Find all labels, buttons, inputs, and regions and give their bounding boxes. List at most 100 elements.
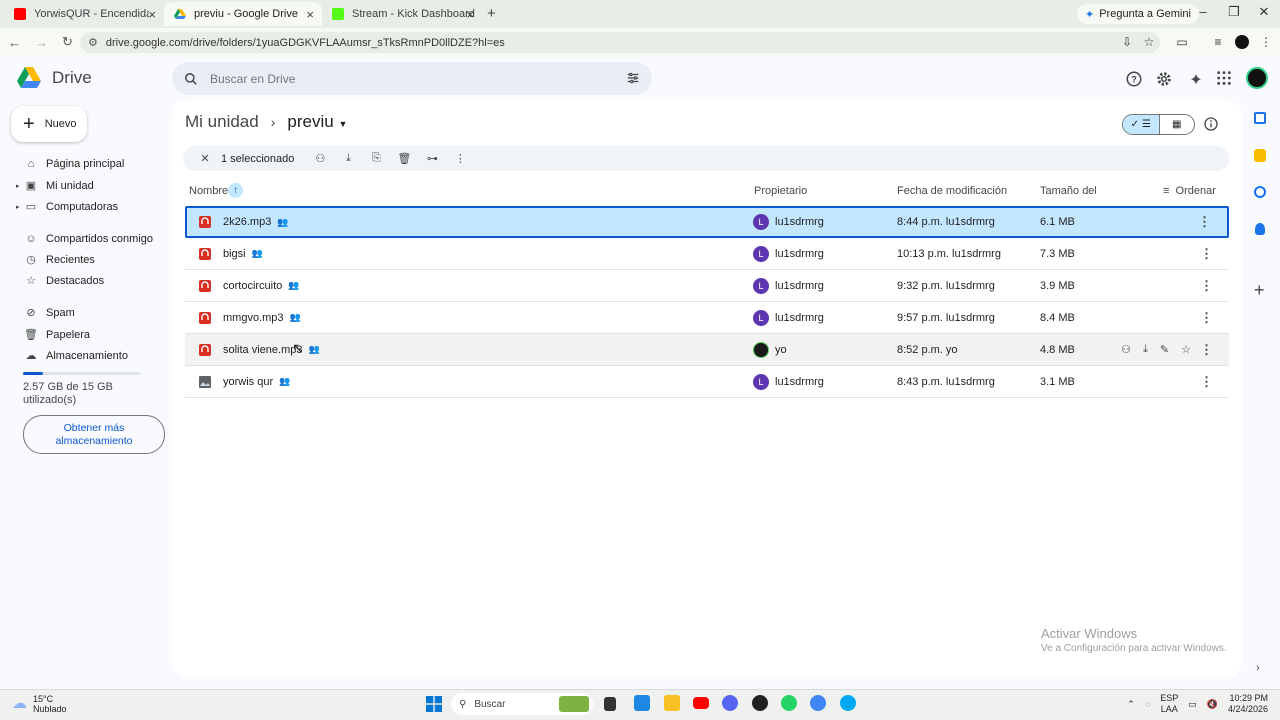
restore-icon[interactable]: ❐ bbox=[1224, 4, 1244, 20]
cast-icon[interactable]: ▭ bbox=[1174, 35, 1190, 51]
column-size[interactable]: Tamaño del a bbox=[1040, 185, 1096, 197]
download-icon[interactable]: ⤓ bbox=[334, 152, 362, 165]
tab-google-drive[interactable]: previu - Google Drive × bbox=[164, 2, 322, 26]
obs-icon[interactable] bbox=[752, 695, 768, 711]
download-icon[interactable]: ⤓ bbox=[1143, 343, 1148, 356]
task-view-icon[interactable] bbox=[604, 697, 616, 711]
close-window-icon[interactable]: ✕ bbox=[1254, 4, 1274, 20]
contacts-icon[interactable] bbox=[1255, 223, 1265, 235]
minimize-icon[interactable]: – bbox=[1193, 4, 1213, 19]
sidebar-item-spam[interactable]: ⊘ Spam bbox=[0, 302, 172, 323]
windows-start-icon[interactable] bbox=[426, 696, 442, 712]
more-actions-icon[interactable]: ⋮ bbox=[446, 152, 474, 165]
profile-avatar-icon[interactable] bbox=[1235, 35, 1249, 49]
file-row[interactable]: cortocircuito 👥 L lu1sdrmrg 9:32 p.m. lu… bbox=[185, 270, 1229, 302]
file-row[interactable]: yorwis qur 👥 L lu1sdrmrg 8:43 p.m. lu1sd… bbox=[185, 366, 1229, 398]
language-indicator[interactable]: ESP LAA bbox=[1160, 693, 1178, 715]
gemini-icon[interactable]: ✦ bbox=[1187, 70, 1205, 89]
more-options-icon[interactable]: ⋮ bbox=[1198, 208, 1211, 236]
reload-icon[interactable]: ↻ bbox=[62, 34, 73, 50]
close-tab-icon[interactable]: × bbox=[466, 7, 474, 22]
network-icon[interactable]: ◌ bbox=[1145, 699, 1150, 710]
clock[interactable]: 10:29 PM 4/24/2026 bbox=[1228, 693, 1268, 715]
sidebar-item-computers[interactable]: ▸ ▭ Computadoras bbox=[0, 196, 172, 217]
share-person-add-icon[interactable]: ⚇ bbox=[306, 152, 334, 165]
back-icon[interactable]: ← bbox=[8, 35, 21, 50]
media-icon[interactable]: ≡ bbox=[1210, 35, 1226, 51]
sidebar-item-storage[interactable]: ☁ Almacenamiento bbox=[0, 345, 172, 366]
rename-pencil-icon[interactable]: ✎ bbox=[1160, 343, 1169, 356]
sort-options-button[interactable]: ≡ Ordenar bbox=[1163, 185, 1216, 197]
column-modified[interactable]: Fecha de modificación bbox=[897, 185, 1007, 197]
tab-kick[interactable]: Stream - Kick Dashboard × bbox=[322, 2, 482, 26]
clear-selection-icon[interactable]: ✕ bbox=[191, 152, 219, 165]
breadcrumb-current-folder[interactable]: previu ▼ bbox=[287, 112, 347, 132]
expand-arrow-icon[interactable]: ▸ bbox=[16, 203, 20, 211]
expand-arrow-icon[interactable]: ▸ bbox=[16, 182, 20, 190]
youtube-app-icon[interactable] bbox=[693, 697, 709, 709]
breadcrumb-my-drive[interactable]: Mi unidad bbox=[185, 112, 259, 132]
sidebar-item-my-drive[interactable]: ▸ ▣ Mi unidad bbox=[0, 175, 172, 196]
more-options-icon[interactable]: ⋮ bbox=[1200, 366, 1213, 397]
browser-menu-icon[interactable]: ⋮ bbox=[1258, 35, 1274, 51]
more-options-icon[interactable]: ⋮ bbox=[1200, 238, 1213, 269]
url-bar[interactable]: ⚙ drive.google.com/drive/folders/1yuaGDG… bbox=[80, 32, 1160, 53]
star-icon[interactable]: ☆ bbox=[1181, 343, 1191, 356]
app-icon-widgets[interactable] bbox=[634, 695, 650, 711]
tray-overflow-chevron-icon[interactable]: ⌃ bbox=[1127, 699, 1135, 710]
display-icon[interactable]: ▭ bbox=[1188, 699, 1197, 710]
site-info-icon[interactable]: ⚙ bbox=[88, 36, 98, 49]
whatsapp-icon[interactable] bbox=[781, 695, 797, 711]
drive-search-bar[interactable] bbox=[172, 62, 652, 95]
search-icon[interactable] bbox=[184, 72, 198, 86]
file-row[interactable]: bigsi 👥 L lu1sdrmrg 10:13 p.m. lu1sdrmrg… bbox=[185, 238, 1229, 270]
link-icon[interactable]: ⊶ bbox=[418, 152, 446, 165]
calendar-icon[interactable] bbox=[1254, 112, 1266, 124]
discord-icon[interactable] bbox=[722, 695, 738, 711]
close-tab-icon[interactable]: × bbox=[148, 7, 156, 22]
new-tab-button[interactable]: + bbox=[487, 5, 496, 22]
install-app-icon[interactable]: ⇩ bbox=[1119, 35, 1135, 51]
tab-youtube[interactable]: YorwisQUR - Encendida | (Prod × bbox=[4, 2, 164, 26]
sidebar-item-starred[interactable]: ☆ Destacados bbox=[0, 270, 172, 291]
sidebar-item-trash[interactable]: 🗑 Papelera bbox=[0, 324, 172, 345]
bookmark-star-icon[interactable]: ☆ bbox=[1141, 35, 1157, 51]
settings-gear-icon[interactable] bbox=[1155, 70, 1173, 88]
sidebar-item-recent[interactable]: ◷ Recientes bbox=[0, 249, 172, 270]
sidebar-item-shared[interactable]: ☺ Compartidos conmigo bbox=[0, 228, 172, 249]
weather-widget[interactable]: ☁ 15°C Nublado bbox=[12, 694, 67, 714]
sort-ascending-icon[interactable]: ↑ bbox=[228, 183, 243, 198]
tasks-icon[interactable] bbox=[1254, 186, 1266, 198]
apps-grid-icon[interactable] bbox=[1216, 70, 1234, 88]
column-owner[interactable]: Propietario bbox=[754, 185, 807, 197]
app-icon-blue[interactable] bbox=[840, 695, 856, 711]
move-to-folder-icon[interactable]: ⎘ bbox=[362, 152, 390, 165]
account-avatar[interactable] bbox=[1246, 67, 1268, 89]
sidebar-item-home[interactable]: ⌂ Página principal bbox=[0, 153, 172, 174]
file-row[interactable]: solita viene.mp3 👥 yo 8:52 p.m. yo 4.8 M… bbox=[185, 334, 1229, 366]
close-tab-icon[interactable]: × bbox=[306, 7, 314, 22]
file-row[interactable]: mmgvo.mp3 👥 L lu1sdrmrg 9:57 p.m. lu1sdr… bbox=[185, 302, 1229, 334]
drive-logo[interactable]: Drive bbox=[16, 67, 92, 89]
more-options-icon[interactable]: ⋮ bbox=[1200, 270, 1213, 301]
details-info-icon[interactable] bbox=[1203, 116, 1219, 132]
new-button[interactable]: + Nuevo bbox=[11, 106, 87, 142]
list-view-button[interactable]: ✓ ☰ bbox=[1123, 115, 1159, 134]
more-options-icon[interactable]: ⋮ bbox=[1200, 302, 1213, 333]
volume-muted-icon[interactable]: 🔇 bbox=[1207, 699, 1218, 710]
search-options-icon[interactable] bbox=[626, 71, 640, 85]
add-addon-plus-icon[interactable]: + bbox=[1254, 280, 1265, 301]
file-row[interactable]: 2k26.mp3 👥 L lu1sdrmrg 8:44 p.m. lu1sdrm… bbox=[185, 206, 1229, 238]
chrome-icon[interactable] bbox=[810, 695, 826, 711]
help-icon[interactable]: ? bbox=[1125, 70, 1143, 88]
ask-gemini-button[interactable]: ✦ Pregunta a Gemini bbox=[1077, 4, 1199, 24]
share-person-add-icon[interactable]: ⚇ bbox=[1121, 343, 1131, 356]
more-options-icon[interactable]: ⋮ bbox=[1200, 334, 1213, 365]
forward-icon[interactable]: → bbox=[35, 35, 48, 50]
keep-icon[interactable] bbox=[1254, 149, 1266, 162]
taskbar-search[interactable]: ⚲ Buscar bbox=[451, 693, 593, 715]
trash-icon[interactable]: 🗑 bbox=[390, 152, 418, 165]
column-name[interactable]: Nombre bbox=[189, 185, 228, 197]
grid-view-button[interactable]: ▦ bbox=[1158, 115, 1195, 134]
search-input[interactable] bbox=[210, 71, 590, 86]
